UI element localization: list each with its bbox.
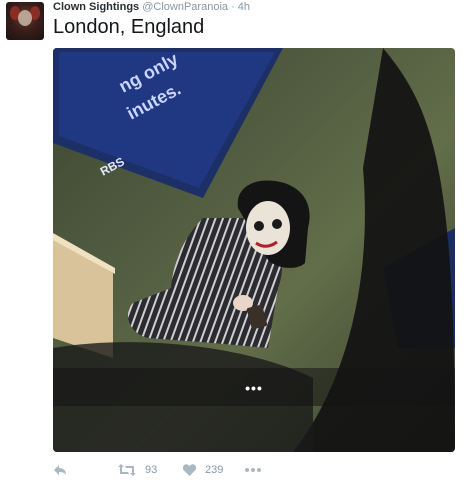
separator: ·	[231, 1, 235, 13]
reply-button[interactable]	[53, 460, 67, 480]
like-count: 239	[205, 464, 224, 476]
user-handle[interactable]: @ClownParanoia	[142, 1, 228, 13]
display-name[interactable]: Clown Sightings	[53, 1, 139, 13]
tweet-text: London, England	[53, 16, 205, 38]
retweet-icon	[118, 464, 136, 476]
tweet-photo[interactable]: ng only inutes. RBS •••	[53, 48, 455, 452]
tweet-header: Clown Sightings @ClownParanoia · 4h	[53, 0, 250, 14]
more-icon	[245, 468, 261, 472]
like-button[interactable]: 239	[183, 460, 223, 480]
avatar[interactable]	[6, 2, 44, 40]
reply-icon	[54, 465, 66, 475]
avatar-face	[18, 10, 32, 26]
heart-icon	[183, 464, 196, 476]
retweet-count: 93	[145, 464, 158, 476]
more-button[interactable]	[245, 460, 261, 480]
timestamp[interactable]: 4h	[238, 1, 250, 13]
retweet-button[interactable]: 93	[118, 460, 157, 480]
caption-dots: •••	[245, 380, 263, 396]
